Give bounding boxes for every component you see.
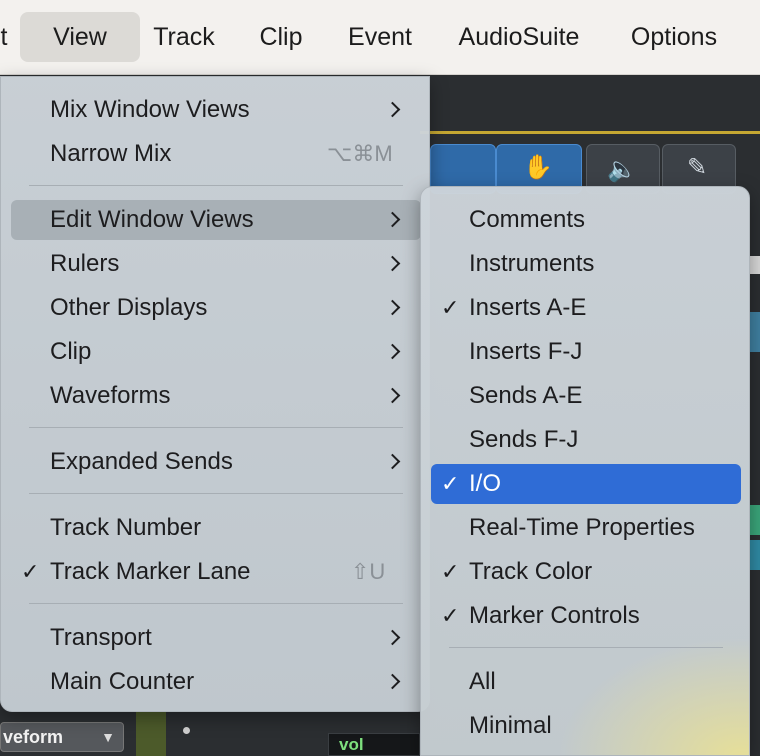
menu-separator (29, 427, 403, 428)
chevron-right-icon (384, 101, 401, 118)
submenu-item-comments[interactable]: Comments (431, 200, 741, 240)
menu-item-label: Inserts F-J (469, 338, 583, 365)
menu-item-label: Main Counter (50, 668, 195, 695)
submenu-item-instruments[interactable]: Instruments (431, 244, 741, 284)
chevron-right-icon (384, 299, 401, 316)
chevron-right-icon (384, 343, 401, 360)
menu-item-label: Track Number (50, 514, 202, 541)
submenu-item-sends-f-j[interactable]: Sends F-J (431, 420, 741, 460)
menu-item-clip[interactable]: Clip (11, 332, 421, 372)
menubar-track[interactable]: Track (142, 12, 226, 62)
menubar-view[interactable]: View (20, 12, 140, 62)
menu-item-waveforms[interactable]: Waveforms (11, 376, 421, 416)
menu-item-label: All (469, 668, 496, 695)
chevron-right-icon (384, 453, 401, 470)
menu-item-label: Other Displays (50, 294, 208, 321)
menu-item-label: Inserts A-E (469, 294, 587, 321)
shortcut-label: ⌥⌘M (327, 141, 393, 166)
submenu-item-minimal[interactable]: Minimal (431, 706, 741, 746)
chevron-right-icon (384, 387, 401, 404)
menu-item-track-marker-lane[interactable]: ✓ Track Marker Lane ⇧U (11, 552, 421, 592)
edit-window-views-submenu: Comments Instruments ✓ Inserts A-E Inser… (420, 186, 750, 756)
menu-item-label: I/O (469, 470, 502, 497)
menu-item-label: Marker Controls (469, 602, 640, 629)
menu-item-expanded-sends[interactable]: Expanded Sends (11, 442, 421, 482)
menu-item-label: Sends F-J (469, 426, 579, 453)
submenu-item-io[interactable]: ✓ I/O (431, 464, 741, 504)
menu-item-edit-window-views[interactable]: Edit Window Views (11, 200, 421, 240)
menu-separator (449, 647, 723, 648)
menu-item-rulers[interactable]: Rulers (11, 244, 421, 284)
chevron-right-icon (384, 629, 401, 646)
menu-item-label: Transport (50, 624, 152, 651)
menubar-edit-partial[interactable]: t (0, 12, 12, 62)
menu-separator (29, 185, 403, 186)
submenu-item-inserts-a-e[interactable]: ✓ Inserts A-E (431, 288, 741, 328)
track-strip (750, 505, 760, 535)
menu-item-label: Instruments (469, 250, 595, 277)
checkmark-icon: ✓ (441, 471, 460, 496)
chevron-down-icon: ▼ (101, 729, 115, 745)
checkmark-icon: ✓ (441, 559, 460, 584)
menu-item-mix-window-views[interactable]: Mix Window Views (11, 90, 421, 130)
track-strip (750, 540, 760, 570)
selection-line (420, 131, 760, 134)
menu-item-label: Narrow Mix (50, 140, 172, 167)
menu-separator (29, 603, 403, 604)
menu-item-other-displays[interactable]: Other Displays (11, 288, 421, 328)
view-menu: Mix Window Views Narrow Mix ⌥⌘M Edit Win… (0, 76, 430, 712)
submenu-item-marker-controls[interactable]: ✓ Marker Controls (431, 596, 741, 636)
submenu-item-real-time-properties[interactable]: Real-Time Properties (431, 508, 741, 548)
menu-bar: t View Track Clip Event AudioSuite Optio… (0, 0, 760, 75)
menu-item-label: Expanded Sends (50, 448, 233, 475)
hand-icon: ✋ (523, 154, 553, 181)
shortcut-label: ⇧U (351, 559, 386, 584)
chevron-right-icon (384, 255, 401, 272)
menu-item-label: Clip (50, 338, 92, 365)
menubar-options[interactable]: Options (614, 12, 734, 62)
menubar-clip[interactable]: Clip (248, 12, 314, 62)
speaker-icon: 🔈 (607, 156, 637, 183)
menu-item-label: Track Marker Lane (50, 558, 251, 585)
chevron-right-icon (384, 211, 401, 228)
menu-item-label: Sends A-E (469, 382, 583, 409)
submenu-item-all[interactable]: All (431, 662, 741, 702)
volume-label: vol (328, 733, 420, 756)
menu-item-label: Waveforms (50, 382, 171, 409)
menu-item-label: Comments (469, 206, 586, 233)
menu-item-main-counter[interactable]: Main Counter (11, 662, 421, 702)
menu-item-transport[interactable]: Transport (11, 618, 421, 658)
waveform-select-value: veform (3, 727, 64, 747)
submenu-item-sends-a-e[interactable]: Sends A-E (431, 376, 741, 416)
menu-item-label: Rulers (50, 250, 120, 277)
menu-item-narrow-mix[interactable]: Narrow Mix ⌥⌘M (11, 134, 421, 174)
waveform-select[interactable]: veform ▼ (0, 722, 124, 752)
menu-item-label: Mix Window Views (50, 96, 250, 123)
submenu-item-inserts-f-j[interactable]: Inserts F-J (431, 332, 741, 372)
indicator-dot (183, 727, 190, 734)
menu-item-label: Real-Time Properties (469, 514, 695, 541)
checkmark-icon: ✓ (441, 603, 460, 628)
menu-item-label: Edit Window Views (50, 206, 254, 233)
checkmark-icon: ✓ (21, 559, 40, 584)
track-strip (750, 312, 760, 352)
meter-block (136, 710, 166, 756)
chevron-right-icon (384, 673, 401, 690)
pencil-icon: ✎ (687, 154, 708, 181)
track-strip (750, 256, 760, 274)
checkmark-icon: ✓ (441, 295, 460, 320)
menu-separator (29, 493, 403, 494)
menubar-event[interactable]: Event (336, 12, 424, 62)
menu-item-label: Minimal (469, 712, 552, 739)
menu-item-label: Track Color (469, 558, 593, 585)
menubar-audiosuite[interactable]: AudioSuite (446, 12, 592, 62)
submenu-item-track-color[interactable]: ✓ Track Color (431, 552, 741, 592)
menu-item-track-number[interactable]: Track Number (11, 508, 421, 548)
